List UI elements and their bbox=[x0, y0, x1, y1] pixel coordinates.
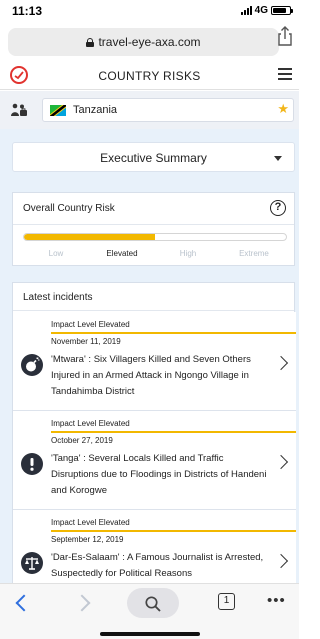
incident-impact-level: Impact Level Elevated bbox=[51, 419, 130, 428]
incident-text: 'Tanga' : Several Locals Killed and Traf… bbox=[51, 453, 267, 496]
network-label: 4G bbox=[254, 5, 268, 16]
lock-icon bbox=[86, 38, 95, 47]
incident-text: 'Dar-Es-Salaam' : A Famous Journalist is… bbox=[51, 552, 264, 579]
country-select[interactable]: Tanzania ★ bbox=[42, 98, 294, 122]
status-indicators: 4G bbox=[240, 5, 293, 16]
incident-impact-level: Impact Level Elevated bbox=[51, 518, 130, 527]
app-header: COUNTRY RISKS bbox=[0, 62, 299, 90]
justice-scale-icon bbox=[21, 552, 43, 574]
url-text: travel-eye-axa.com bbox=[98, 35, 201, 49]
help-icon[interactable]: ? bbox=[270, 200, 286, 216]
incident-date: October 27, 2019 bbox=[51, 436, 113, 445]
incident-item[interactable]: Impact Level Elevated September 12, 2019… bbox=[13, 510, 296, 583]
risk-level-high: High bbox=[179, 249, 197, 258]
risk-level-fill bbox=[24, 234, 155, 240]
forward-arrow-icon[interactable] bbox=[73, 594, 91, 612]
chevron-right-icon bbox=[273, 355, 289, 371]
risk-level-labels: Low Elevated High Extreme bbox=[23, 249, 287, 258]
browser-toolbar: 1 ••• bbox=[0, 583, 299, 639]
risk-card-title: Overall Country Risk bbox=[23, 203, 115, 214]
incident-item[interactable]: Impact Level Elevated October 27, 2019 '… bbox=[13, 411, 296, 510]
back-arrow-icon[interactable] bbox=[15, 594, 33, 612]
hamburger-menu-icon[interactable] bbox=[278, 68, 292, 80]
bomb-icon bbox=[21, 354, 43, 376]
incident-date: November 11, 2019 bbox=[51, 337, 121, 346]
incident-text: 'Mtwara' : Six Villagers Killed and Seve… bbox=[51, 354, 251, 397]
country-name: Tanzania bbox=[73, 104, 118, 116]
exclamation-icon bbox=[21, 453, 43, 475]
incident-date: September 12, 2019 bbox=[51, 535, 124, 544]
signal-icon bbox=[240, 6, 252, 15]
overall-risk-card: Overall Country Risk ? Low Elevated High… bbox=[12, 192, 295, 266]
incidents-title: Latest incidents bbox=[23, 292, 93, 303]
more-options-icon[interactable]: ••• bbox=[267, 593, 286, 608]
tanzania-flag-icon bbox=[50, 104, 66, 116]
battery-icon bbox=[271, 6, 293, 15]
summary-dropdown[interactable]: Executive Summary bbox=[12, 142, 295, 172]
country-row: Tanzania ★ bbox=[0, 91, 299, 129]
incident-impact-level: Impact Level Elevated bbox=[51, 320, 130, 329]
latest-incidents-card: Latest incidents Impact Level Elevated N… bbox=[12, 282, 296, 583]
main-content: Executive Summary Overall Country Risk ?… bbox=[0, 129, 299, 583]
status-bar: 11:13 4G bbox=[0, 0, 299, 22]
risk-level-elevated: Elevated bbox=[106, 249, 138, 258]
incident-item[interactable]: Impact Level Elevated November 11, 2019 … bbox=[13, 312, 296, 411]
address-bar[interactable]: travel-eye-axa.com bbox=[8, 28, 279, 56]
risk-level-bar bbox=[23, 233, 287, 241]
summary-selected-label: Executive Summary bbox=[100, 151, 207, 165]
search-icon bbox=[145, 596, 161, 612]
chevron-right-icon bbox=[273, 553, 289, 569]
favorite-star-icon[interactable]: ★ bbox=[277, 102, 289, 115]
risk-level-extreme: Extreme bbox=[239, 249, 269, 258]
chevron-right-icon bbox=[273, 454, 289, 470]
caret-down-icon bbox=[274, 156, 282, 161]
travelers-icon[interactable] bbox=[10, 103, 28, 117]
page-title: COUNTRY RISKS bbox=[98, 69, 201, 83]
risk-level-low: Low bbox=[48, 249, 64, 258]
status-time: 11:13 bbox=[12, 4, 43, 18]
search-button[interactable] bbox=[127, 588, 179, 618]
share-icon[interactable] bbox=[274, 24, 296, 48]
home-indicator bbox=[100, 632, 200, 636]
browser-address-area: travel-eye-axa.com bbox=[0, 22, 299, 62]
tabs-button[interactable]: 1 bbox=[218, 593, 235, 610]
